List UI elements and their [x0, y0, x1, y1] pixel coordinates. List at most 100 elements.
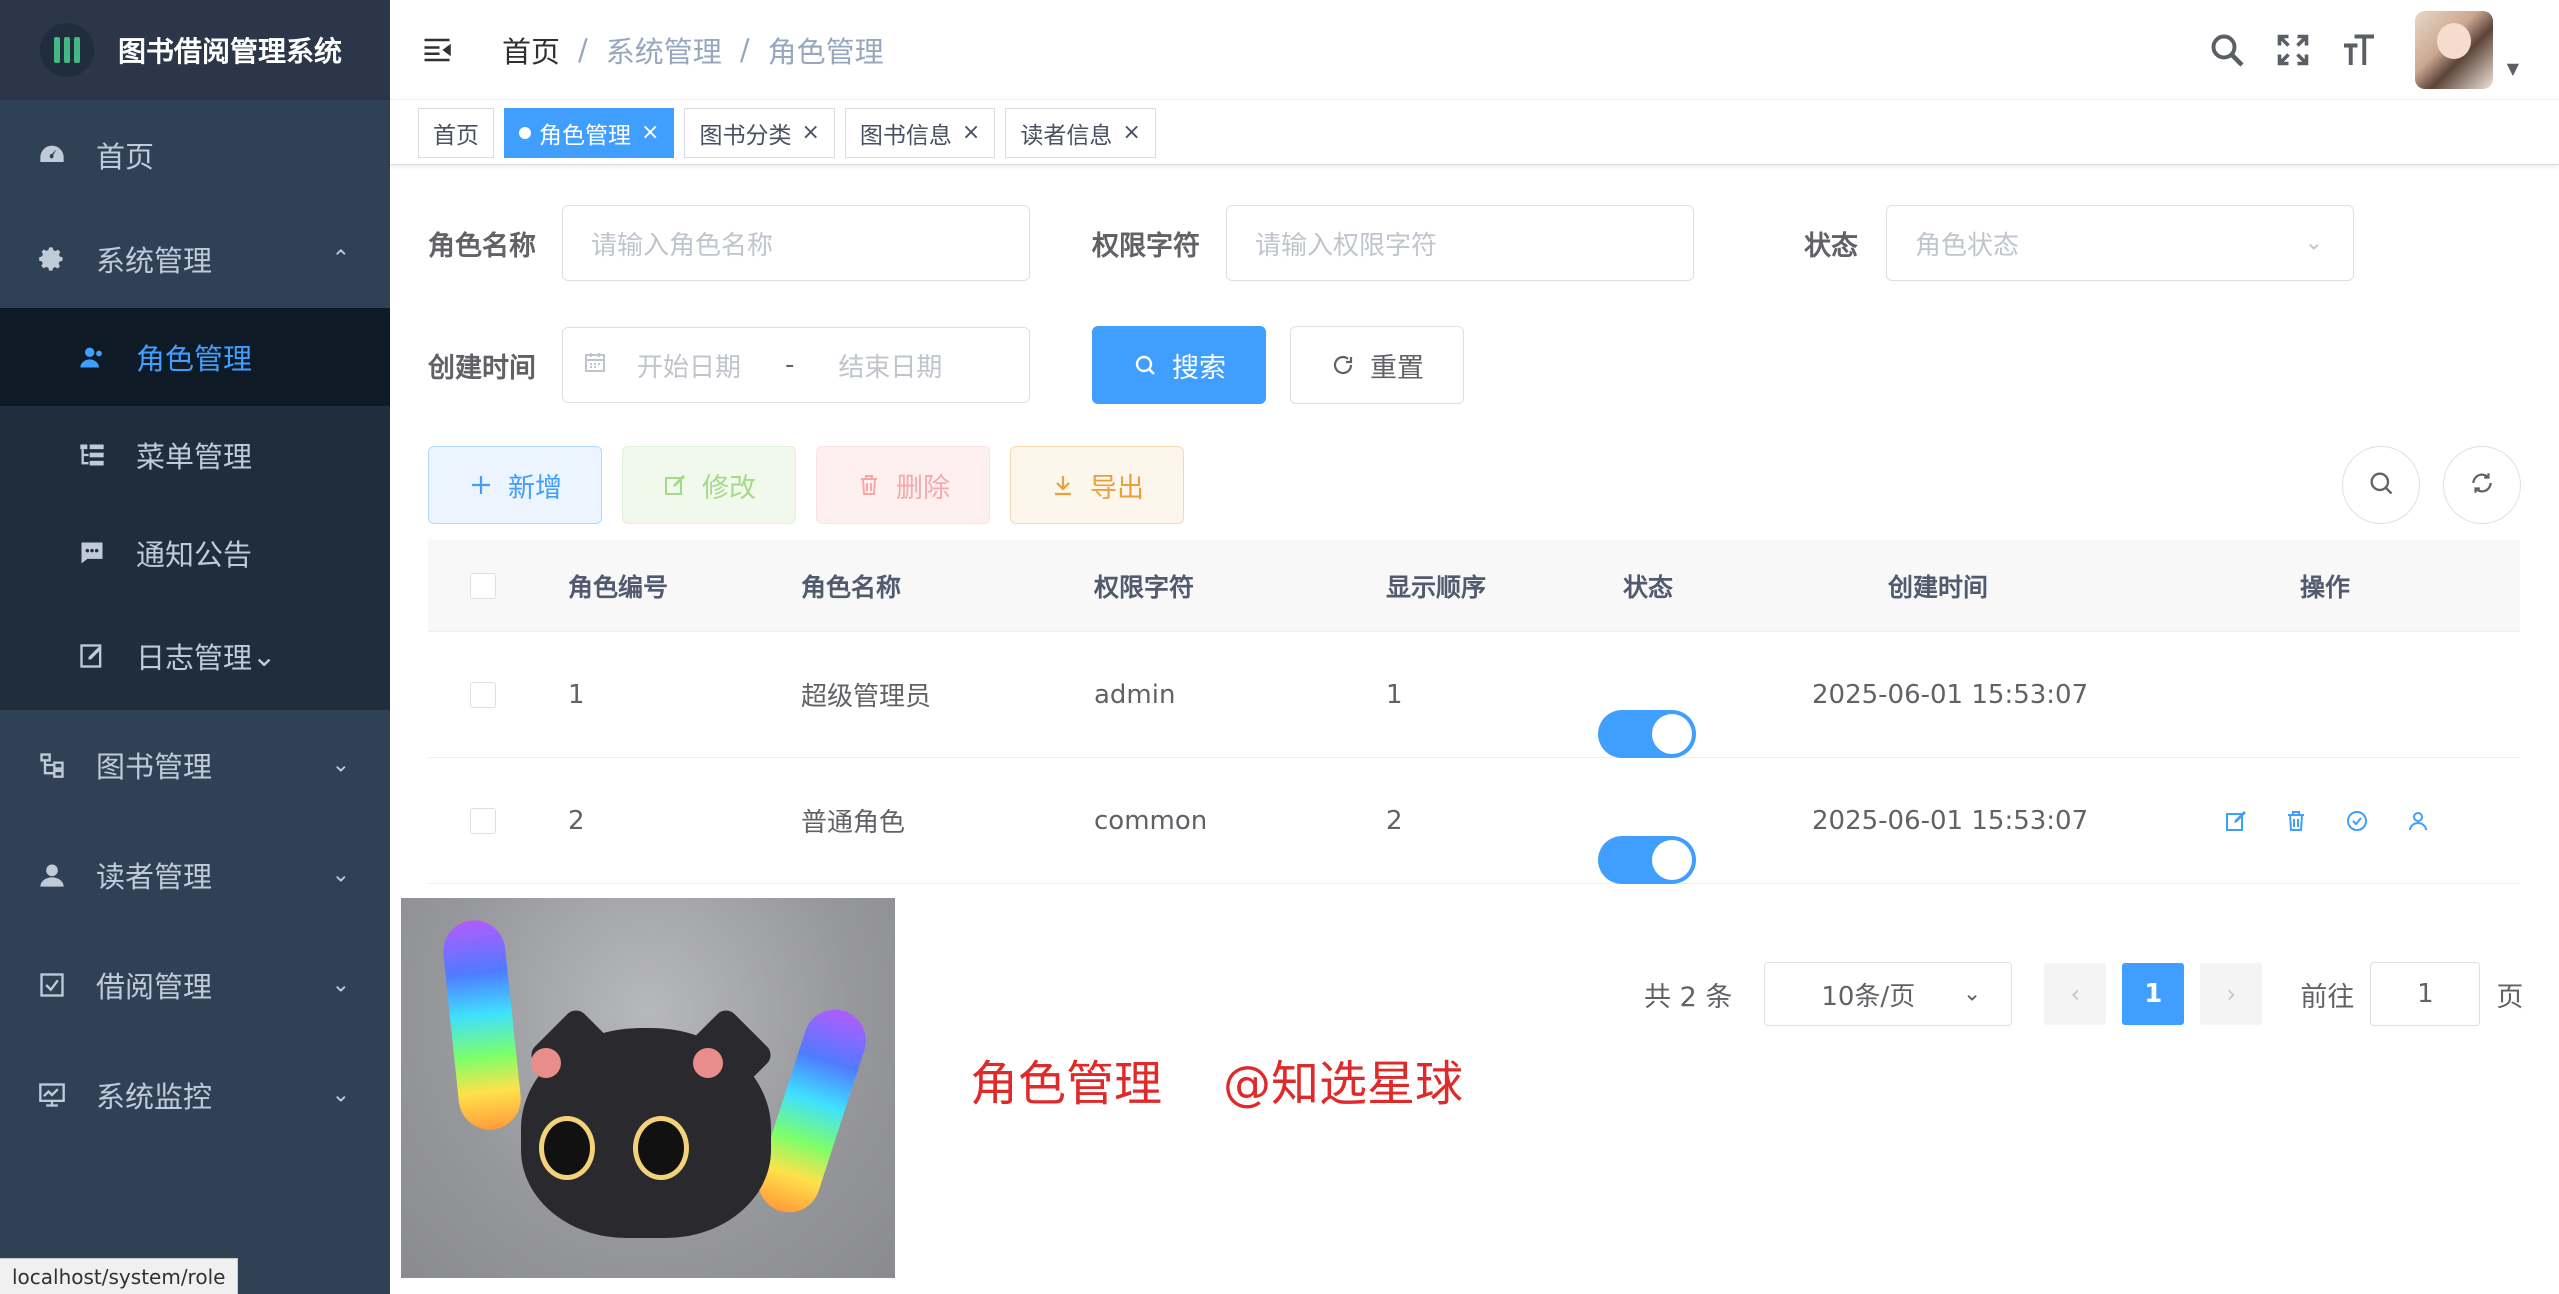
hamburger-icon[interactable] — [422, 35, 452, 65]
trash-icon[interactable] — [2283, 808, 2309, 834]
reset-button[interactable]: 重置 — [1290, 326, 1464, 404]
user-group-icon — [78, 343, 106, 371]
sidebar-item-borrow[interactable]: 借阅管理 ⌄ — [0, 930, 390, 1040]
breadcrumb-separator: / — [739, 32, 750, 67]
sidebar-item-label: 首页 — [96, 140, 155, 174]
perm-input[interactable]: 请输入权限字符 — [1226, 205, 1694, 281]
refresh-table-button[interactable] — [2443, 446, 2521, 524]
column-header: 操作 — [2300, 572, 2351, 602]
sidebar: 图书借阅管理系统 首页 系统管理 ⌃ 角色管理 菜单管理 通知公告 日志管理 ⌄… — [0, 0, 390, 1294]
sidebar-item-system[interactable]: 系统管理 ⌃ — [0, 210, 390, 308]
sidebar-item-label: 借阅管理 — [96, 970, 213, 1004]
status-select[interactable]: 角色状态 ⌄ — [1886, 205, 2354, 281]
row-checkbox[interactable] — [470, 682, 496, 708]
status-label: 状态 — [1804, 230, 1858, 262]
role-name: 超级管理员 — [801, 682, 932, 712]
end-date-input[interactable]: 结束日期 — [838, 347, 942, 384]
caret-down-icon[interactable]: ▼ — [2507, 59, 2519, 78]
tag-book-category[interactable]: 图书分类 × — [684, 107, 835, 158]
sidebar-item-menu[interactable]: 菜单管理 — [0, 406, 390, 504]
button-label: 重置 — [1370, 352, 1424, 384]
goto-value: 1 — [2417, 979, 2434, 1009]
tag-label: 图书分类 — [699, 122, 792, 149]
role-name-input[interactable]: 请输入角色名称 — [562, 205, 1030, 281]
select-all-checkbox[interactable] — [470, 573, 496, 599]
breadcrumb: 首页 / 系统管理 / 角色管理 — [502, 29, 884, 71]
close-icon[interactable]: × — [1122, 120, 1140, 145]
next-page-button[interactable]: › — [2200, 963, 2263, 1025]
sidebar-item-readers[interactable]: 读者管理 ⌄ — [0, 820, 390, 930]
start-date-input[interactable]: 开始日期 — [637, 347, 741, 384]
close-icon[interactable]: × — [641, 120, 659, 145]
tag-book-info[interactable]: 图书信息 × — [844, 107, 996, 158]
status-switch[interactable] — [1598, 835, 1696, 884]
sidebar-item-monitor[interactable]: 系统监控 ⌄ — [0, 1040, 390, 1150]
status-bar-url: localhost/system/role — [0, 1258, 239, 1294]
breadcrumb-separator: / — [578, 32, 588, 67]
goto-page-input[interactable]: 1 — [2370, 962, 2481, 1026]
fullscreen-icon[interactable] — [2273, 30, 2313, 70]
page-unit-label: 页 — [2496, 981, 2524, 1013]
sidebar-item-books[interactable]: 图书管理 ⌄ — [0, 710, 390, 820]
circle-check-icon[interactable] — [2344, 808, 2370, 834]
role-key: common — [1094, 805, 1208, 836]
role-table: 角色编号 角色名称 权限字符 显示顺序 状态 创建时间 操作 1 超级管理员 a… — [428, 540, 2520, 884]
chevron-down-icon: ⌄ — [1962, 981, 1982, 1007]
toggle-search-button[interactable] — [2342, 446, 2420, 524]
perm-label: 权限字符 — [1092, 230, 1200, 262]
edit-icon[interactable] — [2223, 808, 2249, 834]
tag-role[interactable]: 角色管理 × — [504, 107, 675, 158]
sidebar-item-notice[interactable]: 通知公告 — [0, 504, 390, 602]
search-icon[interactable] — [2207, 30, 2247, 70]
delete-button[interactable]: 删除 — [816, 446, 990, 524]
sidebar-item-home[interactable]: 首页 — [0, 100, 390, 210]
prev-page-button[interactable]: ‹ — [2044, 963, 2107, 1025]
refresh-icon — [1330, 352, 1356, 378]
sidebar-item-role[interactable]: 角色管理 — [0, 308, 390, 406]
close-icon[interactable]: × — [801, 120, 819, 145]
chevron-down-icon: ⌄ — [331, 862, 350, 888]
logo[interactable]: 图书借阅管理系统 — [0, 0, 390, 100]
font-size-icon[interactable] — [2339, 30, 2379, 70]
page-size-select[interactable]: 10条/页 ⌄ — [1764, 962, 2013, 1026]
toolbar: 新增 修改 删除 导出 — [428, 446, 1184, 524]
row-checkbox[interactable] — [470, 808, 496, 834]
role-id: 1 — [568, 679, 585, 710]
breadcrumb-item[interactable]: 首页 — [502, 29, 560, 71]
pagination-total: 共 2 条 — [1644, 981, 1733, 1013]
page-number-current[interactable]: 1 — [2122, 963, 2185, 1025]
breadcrumb-item: 系统管理 — [605, 34, 722, 69]
tag-label: 角色管理 — [539, 122, 631, 149]
search-button[interactable]: 搜索 — [1092, 326, 1266, 404]
sidebar-item-log[interactable]: 日志管理 ⌄ — [0, 602, 390, 710]
placeholder: 请输入权限字符 — [1255, 230, 1438, 261]
user-icon[interactable] — [2405, 808, 2431, 834]
calendar-icon — [583, 350, 607, 381]
column-header: 权限字符 — [1094, 572, 1195, 602]
status-switch[interactable] — [1598, 709, 1696, 758]
date-range-picker[interactable]: 开始日期 - 结束日期 — [562, 327, 1030, 403]
export-button[interactable]: 导出 — [1010, 446, 1184, 524]
button-label: 修改 — [702, 472, 756, 504]
close-icon[interactable]: × — [962, 120, 980, 145]
tag-home[interactable]: 首页 — [418, 107, 494, 158]
user-icon — [38, 861, 66, 889]
sidebar-item-label: 通知公告 — [136, 538, 253, 572]
cat-paw-left — [531, 1048, 561, 1078]
tag-reader-info[interactable]: 读者信息 × — [1005, 107, 1156, 158]
tag-label: 图书信息 — [859, 122, 952, 149]
sidebar-item-label: 系统管理 — [96, 244, 213, 278]
chevron-up-icon: ⌃ — [331, 246, 350, 272]
avatar[interactable] — [2414, 11, 2493, 89]
created-label: 创建时间 — [428, 352, 536, 384]
add-button[interactable]: 新增 — [428, 446, 602, 524]
column-header: 角色编号 — [568, 572, 669, 602]
pagination: 共 2 条 10条/页 ⌄ ‹ 1 › 前往 1 页 — [1644, 962, 2523, 1026]
edit-button[interactable]: 修改 — [622, 446, 796, 524]
chevron-down-icon: ⌄ — [331, 1082, 350, 1108]
column-header: 角色名称 — [801, 572, 902, 602]
refresh-icon — [2469, 470, 2495, 500]
trash-icon — [856, 472, 882, 498]
role-name-label: 角色名称 — [428, 230, 536, 262]
chevron-down-icon: ⌄ — [2304, 230, 2323, 256]
